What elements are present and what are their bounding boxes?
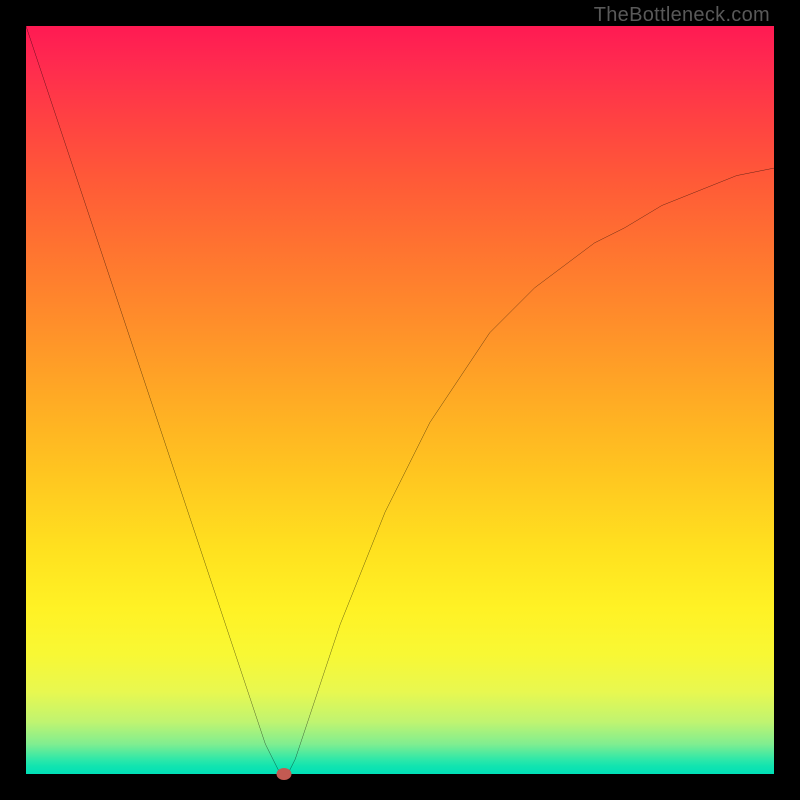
bottleneck-curve — [26, 26, 774, 774]
watermark-text: TheBottleneck.com — [594, 4, 770, 27]
chart-plot-area — [26, 26, 774, 774]
curve-svg — [26, 26, 774, 774]
minimum-marker — [277, 768, 292, 780]
